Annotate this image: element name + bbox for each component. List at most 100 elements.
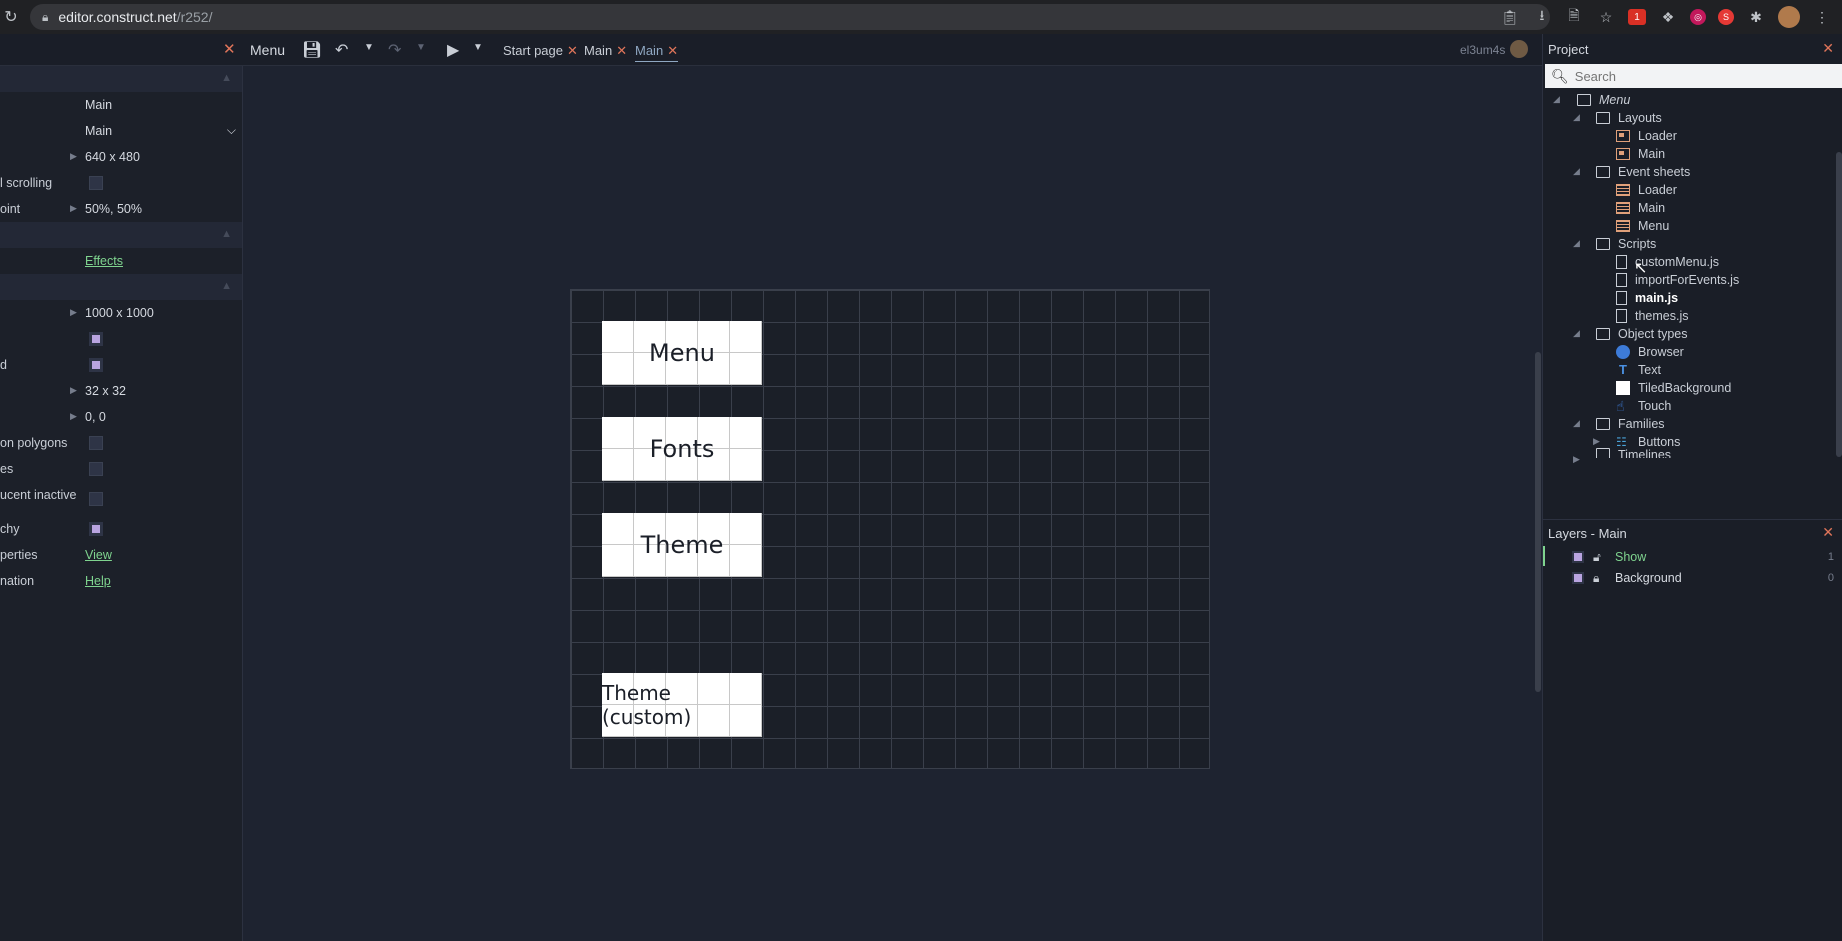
- menu-text-object[interactable]: Menu: [602, 321, 762, 385]
- expand-arrow-icon[interactable]: ▶: [1593, 436, 1600, 447]
- prop-value[interactable]: 50%, 50%: [85, 202, 142, 216]
- tree-item-layout-loader[interactable]: Loader: [1616, 126, 1677, 146]
- tree-item-eventsheet-menu[interactable]: Menu: [1616, 216, 1669, 236]
- chevron-up-icon[interactable]: ▲: [221, 280, 232, 292]
- profile-avatar[interactable]: [1778, 6, 1800, 28]
- prop-section-header[interactable]: ▲: [0, 274, 242, 300]
- menu-button[interactable]: Menu: [250, 42, 285, 58]
- unchecked-checkbox[interactable]: [89, 462, 103, 476]
- install-icon[interactable]: ⭳: [1532, 7, 1552, 27]
- tab-start-page[interactable]: Start page ✕: [503, 43, 578, 59]
- user-avatar[interactable]: [1510, 40, 1528, 58]
- effects-link[interactable]: Effects: [85, 254, 123, 268]
- layer-visible-checkbox[interactable]: [1572, 571, 1584, 584]
- tree-item-object-text[interactable]: T Text: [1616, 360, 1661, 380]
- tree-item-object-browser[interactable]: Browser: [1616, 342, 1684, 362]
- tab-main-eventsheet[interactable]: Main ✕: [584, 43, 627, 59]
- tree-root[interactable]: Menu: [1577, 90, 1630, 110]
- layer-visible-checkbox[interactable]: [1572, 550, 1584, 563]
- undo-icon[interactable]: ↶: [335, 40, 348, 60]
- prop-value[interactable]: 640 x 480: [85, 150, 140, 164]
- tree-item-layout-main[interactable]: Main: [1616, 144, 1665, 164]
- expand-arrow-icon[interactable]: ▶: [70, 411, 77, 422]
- tree-item-object-touch[interactable]: ☝︎ Touch: [1616, 396, 1671, 416]
- layer-row-background[interactable]: 🔒︎ Background 0: [1543, 567, 1842, 588]
- checked-checkbox[interactable]: [89, 358, 103, 372]
- close-tab-icon[interactable]: ✕: [567, 43, 578, 58]
- more-menu-icon[interactable]: ⋮: [1812, 7, 1832, 27]
- extension-s-icon[interactable]: S: [1718, 9, 1734, 25]
- collapse-arrow-icon[interactable]: ◢: [1573, 328, 1580, 339]
- chevron-down-icon[interactable]: ⌵: [227, 123, 236, 138]
- clipboard-icon[interactable]: 📋︎: [1500, 7, 1520, 27]
- tree-item-script[interactable]: customMenu.js: [1616, 252, 1719, 272]
- tree-folder-layouts[interactable]: Layouts: [1596, 108, 1662, 128]
- view-link[interactable]: View: [85, 548, 112, 562]
- fonts-text-object[interactable]: Fonts: [602, 417, 762, 481]
- tree-folder-object-types[interactable]: Object types: [1596, 324, 1687, 344]
- extensions-puzzle-icon[interactable]: ✱: [1746, 7, 1766, 27]
- close-icon[interactable]: ✕: [1822, 524, 1834, 541]
- unlock-icon[interactable]: 🔓︎: [1593, 550, 1607, 564]
- expand-arrow-icon[interactable]: ▶: [70, 307, 77, 318]
- collapse-arrow-icon[interactable]: ◢: [1573, 418, 1580, 429]
- checked-checkbox[interactable]: [89, 522, 103, 536]
- play-icon[interactable]: ▶: [447, 40, 459, 60]
- chevron-up-icon[interactable]: ▲: [221, 228, 232, 240]
- prop-section-header[interactable]: ▲: [0, 66, 242, 92]
- tree-item-script[interactable]: themes.js: [1616, 306, 1689, 326]
- lock-icon[interactable]: 🔒︎: [42, 10, 48, 25]
- theme-text-object[interactable]: Theme: [602, 513, 762, 577]
- user-name[interactable]: el3um4s: [1460, 43, 1505, 57]
- event-sheet-select[interactable]: Main: [85, 124, 112, 138]
- prop-value[interactable]: 32 x 32: [85, 384, 126, 398]
- layer-row-show[interactable]: 🔓︎ Show 1: [1543, 546, 1842, 567]
- layout-area[interactable]: Menu Fonts Theme Theme (custom): [570, 289, 1210, 769]
- expand-arrow-icon[interactable]: ▶: [1573, 454, 1580, 465]
- unchecked-checkbox[interactable]: [89, 436, 103, 450]
- tree-folder-scripts[interactable]: Scripts: [1596, 234, 1656, 254]
- chevron-up-icon[interactable]: ▲: [221, 72, 232, 84]
- close-tab-icon[interactable]: ✕: [616, 43, 627, 58]
- prop-value[interactable]: 1000 x 1000: [85, 306, 154, 320]
- unbounded-scrolling-checkbox[interactable]: [89, 176, 103, 190]
- tab-main-layout[interactable]: Main ✕: [635, 43, 679, 62]
- lock-icon[interactable]: 🔒︎: [1593, 571, 1607, 585]
- prop-section-header[interactable]: ▲: [0, 222, 242, 248]
- close-properties-icon[interactable]: ✕: [223, 40, 236, 58]
- redo-icon[interactable]: ↷: [388, 40, 401, 60]
- theme-custom-text-object[interactable]: Theme (custom): [602, 673, 762, 737]
- extension-grid-icon[interactable]: ❖: [1658, 7, 1678, 27]
- tree-folder-timelines[interactable]: Timelines: [1596, 448, 1671, 458]
- tree-item-object-tiledbackground[interactable]: TiledBackground: [1616, 378, 1731, 398]
- prop-value[interactable]: Main: [85, 98, 112, 112]
- close-icon[interactable]: ✕: [1822, 40, 1834, 57]
- help-link[interactable]: Help: [85, 574, 111, 588]
- unchecked-checkbox[interactable]: [89, 492, 103, 506]
- address-bar[interactable]: 🔒︎ editor.construct.net/r252/: [30, 4, 1550, 30]
- checked-checkbox[interactable]: [89, 332, 103, 346]
- expand-arrow-icon[interactable]: ▶: [70, 151, 77, 162]
- collapse-arrow-icon[interactable]: ◢: [1553, 94, 1560, 105]
- tree-folder-families[interactable]: Families: [1596, 414, 1665, 434]
- save-icon[interactable]: 💾︎: [302, 40, 322, 60]
- tree-item-eventsheet-loader[interactable]: Loader: [1616, 180, 1677, 200]
- extension-calendar-icon[interactable]: 1: [1628, 9, 1646, 25]
- collapse-arrow-icon[interactable]: ◢: [1573, 166, 1580, 177]
- vertical-scrollbar[interactable]: [1535, 352, 1541, 692]
- redo-dropdown-icon[interactable]: ▼: [416, 42, 426, 53]
- collapse-arrow-icon[interactable]: ◢: [1573, 112, 1580, 123]
- tree-folder-event-sheets[interactable]: Event sheets: [1596, 162, 1690, 182]
- close-tab-icon[interactable]: ✕: [667, 43, 678, 58]
- tree-item-script-main[interactable]: main.js: [1616, 288, 1678, 308]
- layout-view[interactable]: Menu Fonts Theme Theme (custom): [243, 66, 1541, 941]
- page-icon[interactable]: 🗎: [1564, 7, 1584, 27]
- vertical-scrollbar[interactable]: [1836, 152, 1842, 457]
- play-dropdown-icon[interactable]: ▼: [473, 42, 483, 53]
- expand-arrow-icon[interactable]: ▶: [70, 203, 77, 214]
- tree-item-eventsheet-main[interactable]: Main: [1616, 198, 1665, 218]
- collapse-arrow-icon[interactable]: ◢: [1573, 238, 1580, 249]
- reload-icon[interactable]: ↻: [0, 7, 22, 27]
- expand-arrow-icon[interactable]: ▶: [70, 385, 77, 396]
- bookmark-star-icon[interactable]: ☆: [1596, 7, 1616, 27]
